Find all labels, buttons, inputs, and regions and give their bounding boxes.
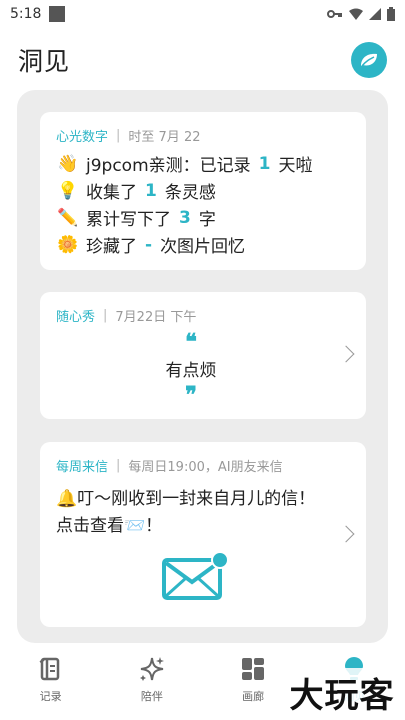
letter-card-schedule: 每周日19:00，AI朋友来信 bbox=[128, 459, 283, 475]
separator: | bbox=[116, 457, 121, 473]
stat-value: 1 bbox=[145, 180, 157, 201]
flower-icon: 🌼 bbox=[57, 234, 79, 255]
insight-panel: 心光数字 | 时至 7月 22 👋 j9pcom亲测：已记录 1 天啦 💡 收集… bbox=[17, 90, 388, 643]
key-icon bbox=[327, 10, 342, 18]
mood-card[interactable]: 随心秀 | 7月22日 下午 ❝ 有点烦 ❞ bbox=[40, 292, 366, 419]
stat-unit: 条灵感 bbox=[164, 183, 216, 203]
close-quote-icon: ❞ bbox=[185, 382, 197, 408]
stat-value: 3 bbox=[179, 207, 191, 228]
wifi-icon bbox=[349, 8, 363, 20]
nav-label: 陪伴 bbox=[140, 690, 163, 703]
envelope-icon bbox=[162, 551, 229, 600]
stats-card-header: 心光数字 | 时至 7月 22 bbox=[56, 126, 350, 145]
stat-unit: 次图片回忆 bbox=[160, 237, 246, 257]
mood-card-header: 随心秀 | 7月22日 下午 bbox=[56, 306, 350, 325]
separator: | bbox=[103, 307, 108, 323]
wave-icon: 👋 bbox=[57, 153, 79, 174]
letter-card-header: 每周来信 | 每周日19:00，AI朋友来信 bbox=[56, 456, 350, 475]
nav-label: 记录 bbox=[39, 690, 62, 703]
pencil-icon: ✏️ bbox=[57, 207, 79, 228]
stat-ideas: 💡 收集了 1 条灵感 bbox=[56, 177, 350, 204]
watermark: 大玩客 bbox=[282, 668, 402, 716]
header: 洞见 bbox=[0, 38, 405, 82]
status-time: 5:18 bbox=[10, 6, 42, 22]
page-title: 洞见 bbox=[18, 47, 71, 76]
stat-unit: 天啦 bbox=[278, 156, 313, 176]
mood-card-tag: 随心秀 bbox=[56, 309, 96, 325]
bulb-emoji-icon: 💡 bbox=[57, 180, 79, 201]
nav-label: 画廊 bbox=[242, 690, 265, 703]
letter-card-tag: 每周来信 bbox=[56, 459, 109, 475]
notification-icon bbox=[49, 6, 66, 22]
stats-card-date: 时至 7月 22 bbox=[128, 129, 201, 145]
stat-unit: 字 bbox=[198, 210, 216, 230]
mood-text: 有点烦 bbox=[165, 361, 217, 381]
stat-days: 👋 j9pcom亲测：已记录 1 天啦 bbox=[56, 150, 350, 177]
stat-photos: 🌼 珍藏了 - 次图片回忆 bbox=[56, 231, 350, 258]
nav-journal[interactable]: 记录 bbox=[0, 650, 101, 720]
stat-label: 累计写下了 bbox=[86, 210, 171, 230]
journal-icon bbox=[38, 654, 64, 684]
status-bar: 5:18 bbox=[0, 0, 405, 28]
stat-words: ✏️ 累计写下了 3 字 bbox=[56, 204, 350, 231]
stat-value: - bbox=[145, 234, 153, 255]
stats-card-tag: 心光数字 bbox=[56, 129, 109, 145]
sparkle-icon bbox=[138, 654, 166, 684]
stats-card[interactable]: 心光数字 | 时至 7月 22 👋 j9pcom亲测：已记录 1 天啦 💡 收集… bbox=[40, 112, 366, 270]
nav-companion[interactable]: 陪伴 bbox=[101, 650, 202, 720]
battery-icon bbox=[387, 7, 395, 21]
open-quote-icon: ❝ bbox=[185, 329, 197, 355]
leaf-icon bbox=[361, 53, 377, 67]
signal-icon bbox=[369, 8, 381, 20]
stat-label: 珍藏了 bbox=[86, 237, 137, 257]
stat-label: 收集了 bbox=[86, 183, 137, 203]
letter-message: 🔔叮～刚收到一封来自月儿的信！点击查看📨！ bbox=[56, 489, 316, 536]
status-icons bbox=[327, 7, 395, 21]
separator: | bbox=[116, 127, 121, 143]
letter-card[interactable]: 每周来信 | 每周日19:00，AI朋友来信 🔔叮～刚收到一封来自月儿的信！点击… bbox=[40, 442, 366, 627]
chevron-right-icon bbox=[337, 525, 355, 543]
leaf-button[interactable] bbox=[351, 42, 387, 78]
gallery-icon bbox=[240, 654, 266, 684]
mood-card-date: 7月22日 下午 bbox=[115, 309, 197, 325]
stat-label: j9pcom亲测：已记录 bbox=[86, 156, 251, 176]
chevron-right-icon bbox=[337, 345, 355, 363]
stat-value: 1 bbox=[258, 153, 271, 174]
stats-list: 👋 j9pcom亲测：已记录 1 天啦 💡 收集了 1 条灵感 ✏️ 累计写下了… bbox=[56, 150, 350, 258]
